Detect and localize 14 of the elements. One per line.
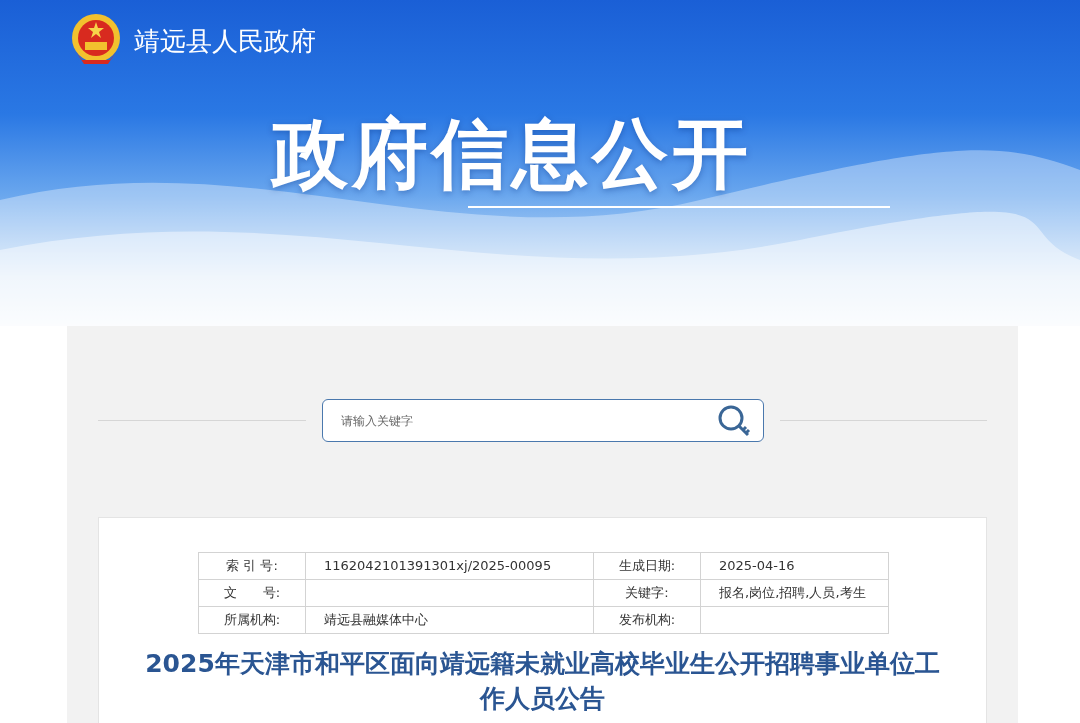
field-label: 所属机构: xyxy=(198,606,306,634)
field-value: 1162042101391301xj/2025-00095 xyxy=(305,552,594,580)
field-label: 生成日期: xyxy=(593,552,701,580)
field-label: 文 号: xyxy=(198,579,306,607)
field-value: 靖远县融媒体中心 xyxy=(305,606,594,634)
field-value: 报名,岗位,招聘,人员,考生 xyxy=(700,579,889,607)
field-label: 发布机构: xyxy=(593,606,701,634)
banner-title: 政府信息公开 xyxy=(272,116,753,192)
field-value: 2025-04-16 xyxy=(700,552,889,580)
field-label: 关键字: xyxy=(593,579,701,607)
field-label: 索 引 号: xyxy=(198,552,306,580)
search-field[interactable]: 请输入关键字 xyxy=(321,399,764,442)
article-title: 2025年天津市和平区面向靖远籍未就业高校毕业生公开招聘事业单位工作人员公告 xyxy=(144,648,941,715)
site-name: 靖远县人民政府 xyxy=(134,28,316,54)
